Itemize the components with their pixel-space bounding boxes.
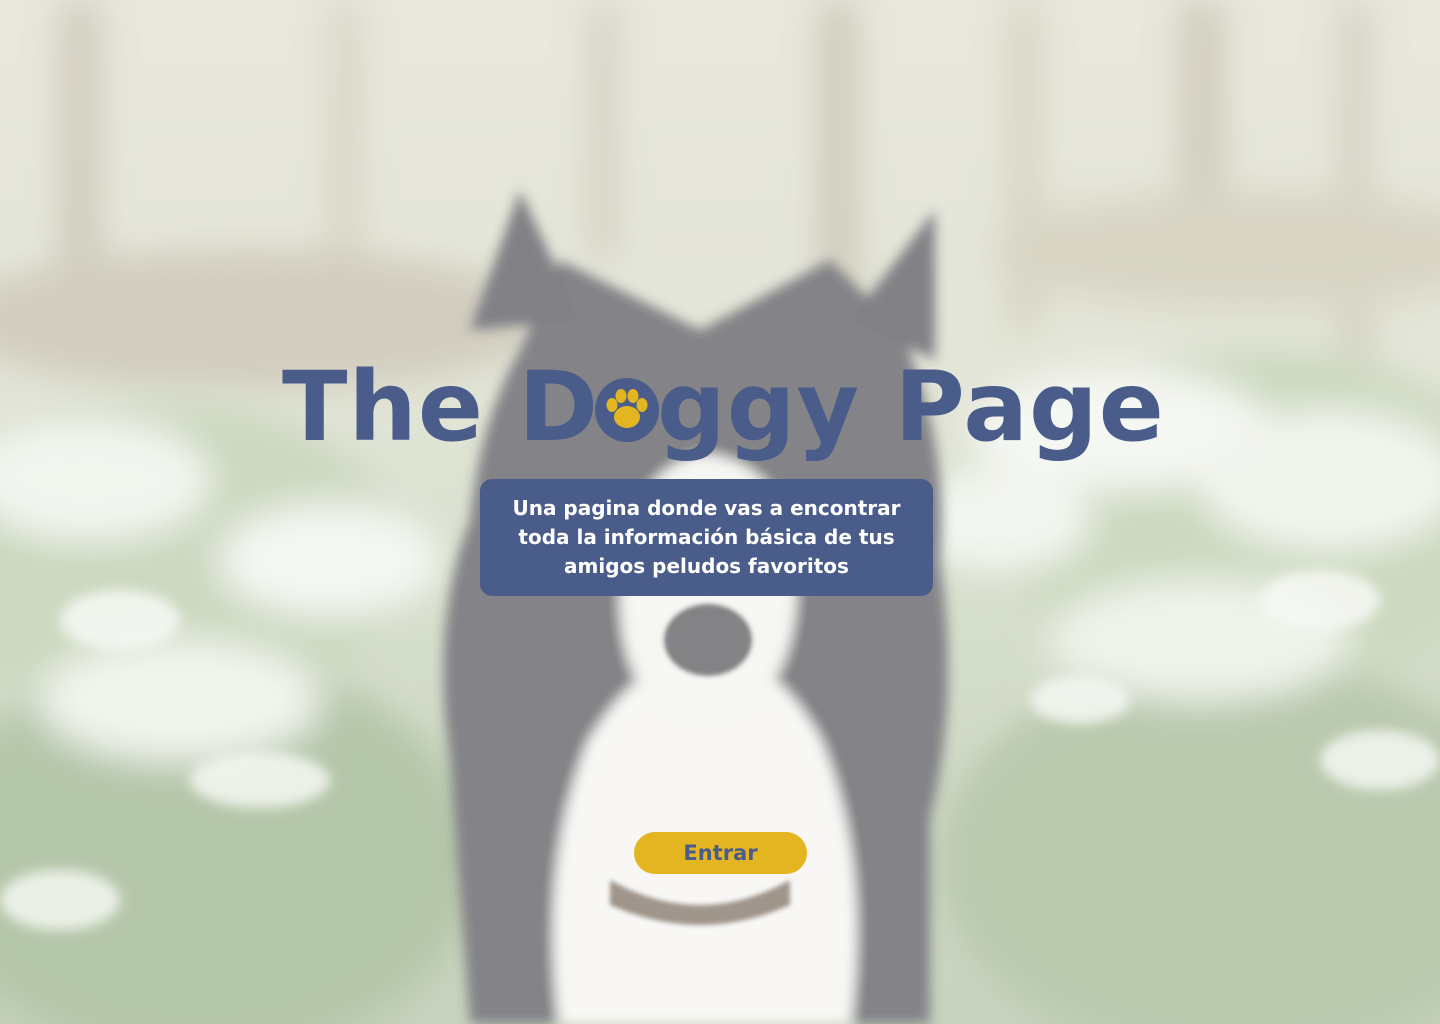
subtitle-text: Una pagina donde vas a encontrar toda la…: [512, 496, 901, 578]
page-title: The D ggy Page: [282, 351, 1164, 463]
title-text-start: The D: [282, 351, 600, 463]
landing-page: The D ggy Page Una pagina donde vas a en…: [0, 0, 1440, 1024]
title-text-end: ggy Page: [657, 351, 1165, 463]
enter-button[interactable]: Entrar: [634, 832, 807, 874]
hero-section: The D ggy Page Una pagina donde vas a en…: [0, 0, 1440, 1024]
subtitle-box: Una pagina donde vas a encontrar toda la…: [480, 479, 933, 596]
paw-print-icon: [595, 378, 660, 442]
